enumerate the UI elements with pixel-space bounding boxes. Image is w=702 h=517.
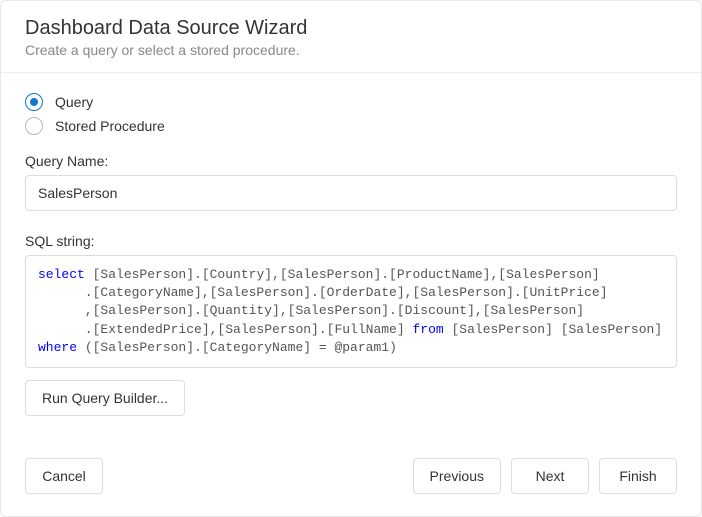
wizard-dialog: Dashboard Data Source Wizard Create a qu… bbox=[0, 0, 702, 517]
radio-stored-procedure[interactable]: Stored Procedure bbox=[25, 117, 677, 135]
sql-string-label: SQL string: bbox=[25, 233, 677, 249]
radio-query-label: Query bbox=[55, 94, 93, 110]
radio-query-indicator bbox=[25, 93, 43, 111]
run-query-builder-button[interactable]: Run Query Builder... bbox=[25, 380, 185, 416]
wizard-title: Dashboard Data Source Wizard bbox=[25, 17, 677, 40]
next-button[interactable]: Next bbox=[511, 458, 589, 494]
wizard-footer: Cancel Previous Next Finish bbox=[1, 440, 701, 516]
cancel-button[interactable]: Cancel bbox=[25, 458, 103, 494]
query-name-label: Query Name: bbox=[25, 153, 677, 169]
finish-button[interactable]: Finish bbox=[599, 458, 677, 494]
radio-stored-procedure-label: Stored Procedure bbox=[55, 118, 165, 134]
radio-stored-procedure-indicator bbox=[25, 117, 43, 135]
wizard-header: Dashboard Data Source Wizard Create a qu… bbox=[1, 1, 701, 72]
sql-string-input[interactable]: select [SalesPerson].[Country],[SalesPer… bbox=[25, 255, 677, 368]
previous-button[interactable]: Previous bbox=[413, 458, 501, 494]
radio-query[interactable]: Query bbox=[25, 93, 677, 111]
query-type-radio-group: Query Stored Procedure bbox=[25, 93, 677, 135]
wizard-subtitle: Create a query or select a stored proced… bbox=[25, 42, 677, 58]
query-name-input[interactable] bbox=[25, 175, 677, 211]
wizard-body: Query Stored Procedure Query Name: SQL s… bbox=[1, 73, 701, 440]
